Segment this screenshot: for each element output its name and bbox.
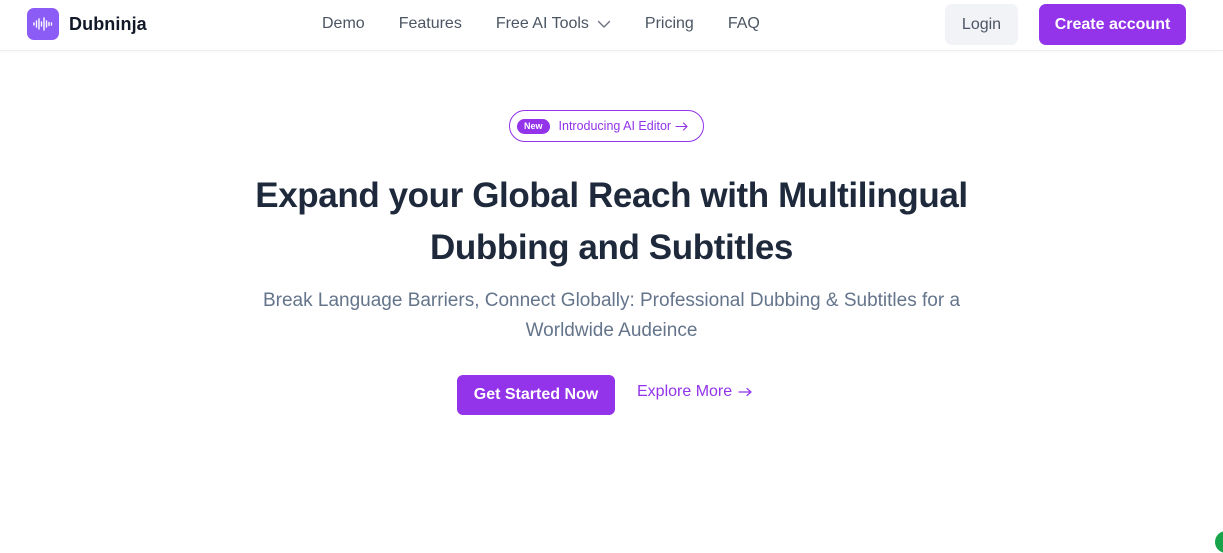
explore-more-label: Explore More: [637, 383, 733, 400]
new-badge: New: [517, 118, 550, 134]
hero-subheadline: Break Language Barriers, Connect Globall…: [262, 290, 961, 341]
sound-wave-icon: [27, 8, 59, 40]
top-navbar: Dubninja Demo Features Free AI Tools Pri…: [0, 0, 1223, 51]
get-started-button[interactable]: Get Started Now: [457, 375, 615, 415]
nav-faq[interactable]: FAQ: [728, 15, 760, 33]
arrow-right-icon: [675, 121, 688, 131]
hero-headline: Expand your Global Reach with Multilingu…: [255, 176, 968, 267]
brand-logo-link[interactable]: Dubninja: [27, 8, 147, 40]
arrow-right-icon: [738, 387, 752, 397]
nav-pricing[interactable]: Pricing: [645, 15, 694, 33]
announcement-pill[interactable]: New Introducing AI Editor: [509, 110, 704, 142]
chat-widget-corner[interactable]: [1215, 531, 1223, 553]
nav-demo[interactable]: Demo: [322, 15, 365, 33]
announcement-text: Introducing AI Editor: [558, 119, 672, 133]
brand-name: Dubninja: [69, 13, 147, 34]
login-button[interactable]: Login: [945, 4, 1018, 45]
create-account-button[interactable]: Create account: [1039, 4, 1186, 45]
nav-features[interactable]: Features: [399, 15, 462, 33]
main-nav: Demo Features Free AI Tools Pricing FAQ: [322, 0, 760, 48]
nav-free-ai-tools[interactable]: Free AI Tools: [496, 15, 611, 33]
chevron-down-icon: [597, 20, 611, 29]
explore-more-link[interactable]: Explore More: [637, 383, 752, 401]
nav-free-ai-tools-label: Free AI Tools: [495, 15, 589, 32]
